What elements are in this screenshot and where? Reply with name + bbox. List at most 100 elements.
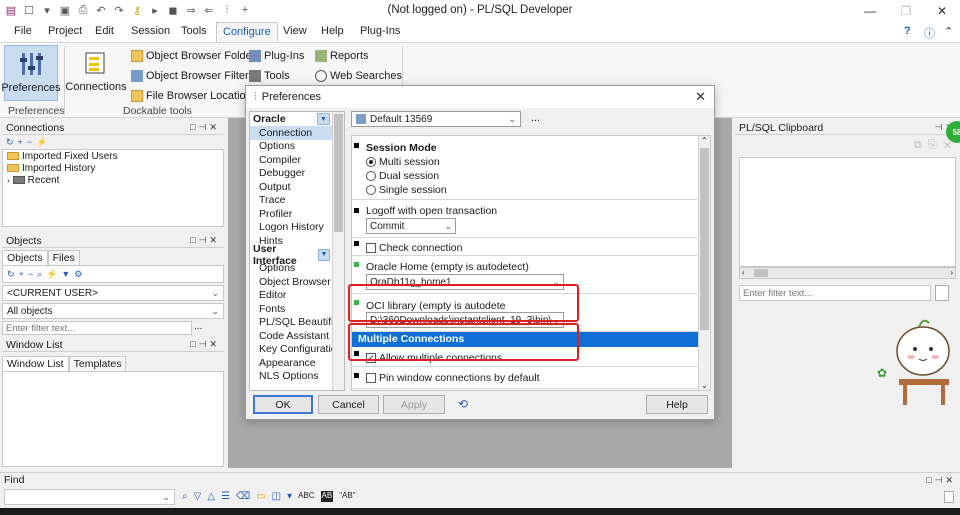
remove-icon[interactable]: − (28, 269, 33, 279)
tree-item[interactable]: Imported Fixed Users (3, 150, 223, 162)
menu-configure[interactable]: Configure (216, 22, 278, 42)
paste-icon[interactable]: ⎘ (928, 139, 937, 153)
file-browser-locations-button[interactable]: File Browser Locations (131, 87, 257, 105)
find-icon[interactable]: ⌕ (37, 269, 42, 280)
copy-icon[interactable]: ⧉ (914, 139, 922, 153)
connect-icon[interactable]: ⚡ (46, 269, 57, 280)
scroll-left-icon[interactable]: ‹ (742, 268, 745, 277)
category-item[interactable]: Fonts (250, 302, 344, 316)
scroll-up-icon[interactable]: ⌃ (701, 136, 708, 145)
preferences-button[interactable]: Preferences (1, 45, 61, 101)
plugins-button[interactable]: Plug-Ins (249, 47, 304, 65)
category-item[interactable]: Output (250, 180, 344, 194)
logoff-combo[interactable]: Commit ⌄ (366, 218, 456, 234)
profile-combo[interactable]: Default 13569 ⌄ (351, 111, 521, 127)
clipboard-hscrollbar[interactable]: ‹ › (739, 267, 956, 279)
category-item[interactable]: Object Browser (250, 275, 344, 289)
profile-more-button[interactable]: ... (531, 112, 540, 124)
category-item[interactable]: Code Assistant (250, 329, 344, 343)
remove-icon[interactable]: − (27, 137, 32, 147)
object-filter-combo[interactable]: All objects ⌄ (2, 303, 224, 319)
category-item[interactable]: Options (250, 140, 344, 154)
filter-more-button[interactable]: ... (194, 321, 202, 335)
case-option[interactable]: ABC (298, 491, 314, 502)
refresh-icon[interactable]: ↻ (6, 137, 14, 148)
options-icon[interactable]: ▾ (287, 491, 292, 502)
word-option[interactable]: AB (320, 491, 334, 502)
category-item[interactable]: Key Configuration (250, 343, 344, 357)
settings-icon[interactable]: ⚙ (74, 269, 82, 280)
help-icon[interactable]: ? (904, 25, 911, 37)
add-icon[interactable]: + (18, 137, 23, 147)
tab-objects[interactable]: Objects (2, 250, 48, 265)
close-icon[interactable]: ✕ (695, 89, 706, 105)
scroll-thumb[interactable] (700, 148, 709, 330)
scroll-down-icon[interactable]: ⌄ (701, 381, 708, 390)
find-all-icon[interactable]: ☰ (221, 491, 230, 502)
scroll-thumb[interactable] (754, 269, 768, 277)
object-browser-filters-button[interactable]: Object Browser Filters (131, 67, 254, 85)
object-browser-folders-button[interactable]: Object Browser Folders (131, 47, 261, 65)
ribbon-collapse-icon[interactable]: ⌃ (944, 25, 953, 38)
regex-option[interactable]: "AB" (339, 491, 355, 502)
pin-window-checkbox[interactable]: Pin window connections by default (366, 372, 540, 384)
find-next-icon[interactable]: ▽ (194, 491, 202, 502)
tree-item[interactable]: Imported History (3, 162, 223, 174)
document-icon[interactable] (944, 491, 954, 503)
add-icon[interactable]: + (19, 269, 24, 279)
maximize-icon[interactable]: ❐ (888, 0, 924, 22)
radio-dual-session[interactable]: Dual session (366, 170, 439, 182)
category-scrollbar[interactable] (332, 112, 344, 390)
help-button[interactable]: Help (646, 395, 708, 414)
panel-controls[interactable]: □⊣✕ (190, 235, 220, 246)
scroll-thumb[interactable] (334, 114, 343, 232)
document-icon[interactable] (935, 285, 949, 301)
category-header-ui[interactable]: User Interface ▼ (250, 243, 344, 267)
category-item-connection[interactable]: Connection (250, 126, 344, 140)
chevron-down-icon[interactable]: ▼ (317, 248, 330, 261)
category-header-oracle[interactable]: Oracle ▼ (250, 112, 344, 126)
panel-controls[interactable]: □⊣✕ (190, 339, 220, 350)
connect-icon[interactable]: ⚡ (36, 137, 47, 148)
reset-icon[interactable]: ⟲ (458, 397, 468, 411)
window-icon[interactable]: ◫ (272, 491, 281, 502)
radio-multi-session[interactable]: Multi session (366, 156, 440, 168)
cancel-button[interactable]: Cancel (318, 395, 379, 414)
category-item[interactable]: Profiler (250, 207, 344, 221)
binoculars-icon[interactable]: ⌕ (182, 491, 188, 502)
highlight-icon[interactable]: ▭ (256, 491, 265, 502)
user-combo[interactable]: <CURRENT USER> ⌄ (2, 285, 224, 301)
tools-button[interactable]: Tools (249, 67, 290, 85)
category-item[interactable]: Appearance (250, 356, 344, 370)
ok-button[interactable]: OK (253, 395, 313, 414)
category-item[interactable]: Editor (250, 289, 344, 303)
menu-help[interactable]: Help (321, 25, 344, 37)
menu-session[interactable]: Session (131, 25, 170, 37)
info-icon[interactable]: ⓘ (924, 25, 935, 41)
clipboard-filter-input[interactable] (739, 285, 931, 301)
tab-templates[interactable]: Templates (68, 356, 127, 371)
connections-button[interactable]: Connections (65, 45, 127, 101)
tree-item[interactable]: › Recent (3, 174, 223, 186)
check-connection-checkbox[interactable]: Check connection (366, 242, 462, 254)
menu-view[interactable]: View (283, 25, 307, 37)
web-searches-button[interactable]: Web Searches (315, 67, 402, 85)
category-item[interactable]: Compiler (250, 153, 344, 167)
eraser-icon[interactable]: ⌫ (236, 491, 250, 502)
menu-tools[interactable]: Tools (181, 25, 207, 37)
category-item[interactable]: NLS Options (250, 370, 344, 384)
category-item[interactable]: Logon History (250, 221, 344, 235)
menu-plugins[interactable]: Plug-Ins (360, 25, 400, 37)
filter-icon[interactable]: ▼ (61, 269, 70, 279)
tab-window-list[interactable]: Window List (2, 356, 69, 371)
category-item[interactable]: PL/SQL Beautifier (250, 316, 344, 330)
object-filter-input[interactable] (2, 321, 192, 335)
scroll-right-icon[interactable]: › (950, 268, 953, 277)
apply-button[interactable]: Apply (383, 395, 445, 414)
reports-button[interactable]: Reports (315, 47, 369, 65)
expand-icon[interactable]: › (7, 176, 10, 185)
category-item[interactable]: Debugger (250, 167, 344, 181)
find-input[interactable]: ⌄ (4, 489, 175, 505)
find-prev-icon[interactable]: △ (207, 491, 215, 502)
refresh-icon[interactable]: ↻ (7, 269, 15, 280)
